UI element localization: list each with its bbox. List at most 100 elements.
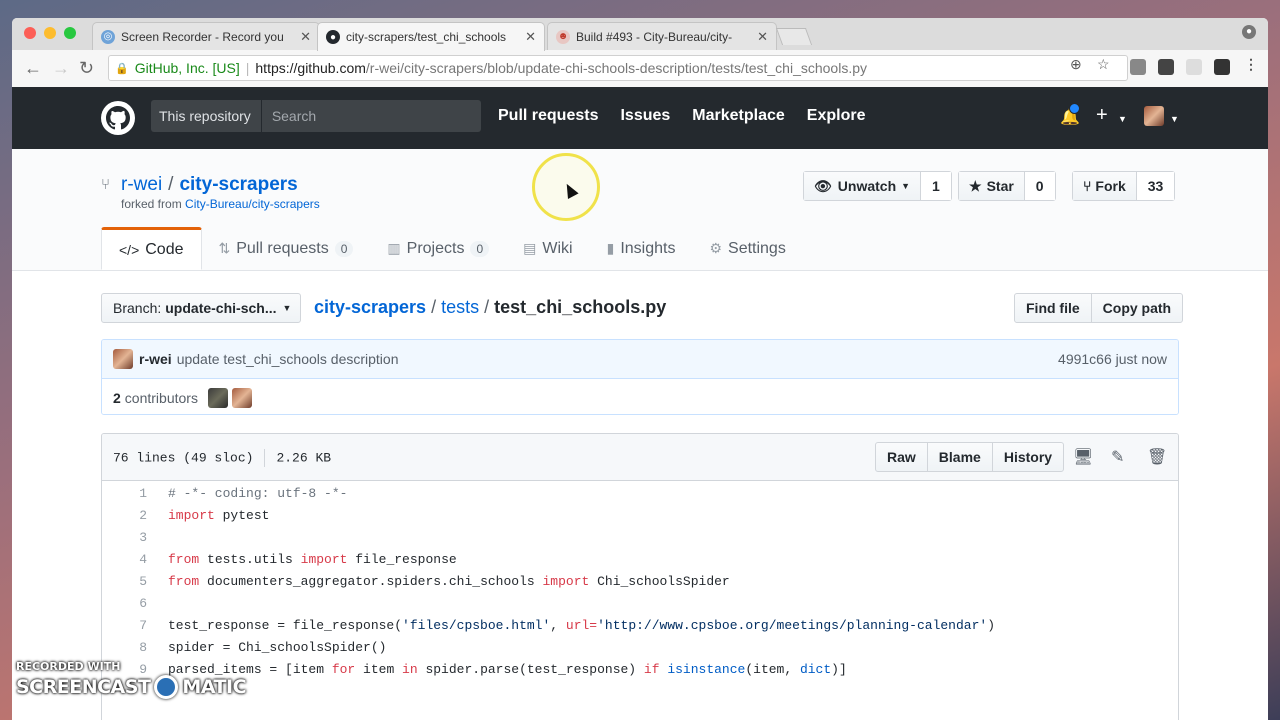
avatar[interactable]	[231, 388, 252, 408]
line-number[interactable]: 1	[102, 486, 168, 501]
back-arrow-icon[interactable]: ←	[24, 58, 42, 78]
watermark-top: RECORDED WITH	[16, 660, 121, 673]
fork-count[interactable]: 33	[1136, 172, 1175, 200]
nav-pull-requests[interactable]: Pull requests	[498, 107, 598, 125]
extension-icon[interactable]	[1158, 59, 1174, 75]
tab-strip: ◎ Screen Recorder - Record you ✕ ● city-…	[12, 18, 1268, 51]
fork-button[interactable]: ⑂ Fork	[1073, 172, 1137, 200]
tab-projects[interactable]: ▥ Projects 0	[370, 227, 506, 270]
zoom-window-button[interactable]	[64, 27, 76, 39]
browser-tab-travis[interactable]: ☻ Build #493 - City-Bureau/city- ✕	[547, 22, 777, 50]
github-icon: ●	[326, 30, 340, 44]
nav-explore[interactable]: Explore	[807, 107, 866, 125]
notification-bell-icon[interactable]: 🔔	[1060, 103, 1080, 127]
minimize-window-button[interactable]	[44, 27, 56, 39]
close-icon[interactable]: ✕	[757, 29, 768, 45]
star-count[interactable]: 0	[1024, 172, 1055, 200]
find-file-button[interactable]: Find file	[1015, 294, 1092, 322]
code-icon: </>	[119, 241, 140, 258]
extension-icon[interactable]	[1130, 59, 1146, 75]
tab-label: Settings	[728, 239, 786, 257]
url-separator: |	[245, 60, 250, 76]
pencil-icon[interactable]: ✎	[1111, 447, 1124, 466]
breadcrumb-repo-link[interactable]: city-scrapers	[314, 297, 426, 317]
lock-icon: 🔒	[115, 62, 129, 75]
tab-code[interactable]: </> Code	[101, 227, 202, 270]
repo-name-link[interactable]: city-scrapers	[179, 174, 297, 195]
forward-arrow-icon[interactable]: →	[52, 58, 70, 78]
chevron-down-icon: ▼	[1118, 114, 1127, 124]
browser-tab-screen-recorder[interactable]: ◎ Screen Recorder - Record you ✕	[92, 22, 320, 50]
screencast-logo-icon	[154, 675, 179, 699]
commit-message[interactable]: update test_chi_schools description	[177, 351, 399, 367]
github-logo-icon[interactable]	[101, 101, 135, 135]
line-number[interactable]: 3	[102, 530, 168, 545]
code-string: 'http://www.cpsboe.org/meetings/planning…	[597, 617, 988, 633]
tab-label: Wiki	[542, 239, 573, 257]
avatar[interactable]	[113, 349, 133, 369]
forked-from-link[interactable]: City-Bureau/city-scrapers	[185, 197, 320, 211]
history-button[interactable]: History	[993, 443, 1063, 471]
line-number[interactable]: 6	[102, 596, 168, 611]
line-number[interactable]: 8	[102, 640, 168, 655]
raw-button[interactable]: Raw	[876, 443, 928, 471]
avatar[interactable]	[1144, 106, 1164, 126]
tab-settings[interactable]: ⚙ Settings	[692, 227, 802, 270]
close-icon[interactable]: ✕	[300, 29, 311, 45]
contributors-label[interactable]: contributors	[125, 390, 198, 406]
menu-kebab-icon[interactable]: ⋮	[1244, 56, 1258, 73]
code-text: Chi_schoolsSpider	[589, 573, 730, 589]
code-text: )	[987, 617, 995, 633]
avatar[interactable]	[207, 388, 228, 408]
branch-select-button[interactable]: Branch: update-chi-sch... ▼	[101, 293, 301, 323]
commit-sha-time[interactable]: 4991c66 just now	[1058, 351, 1167, 367]
close-window-button[interactable]	[24, 27, 36, 39]
commit-author[interactable]: r-wei	[139, 351, 172, 367]
breadcrumb-dir-link[interactable]: tests	[441, 297, 479, 317]
plus-icon[interactable]: +	[1096, 104, 1108, 127]
desktop-icon[interactable]: 🖥	[1073, 447, 1093, 466]
profile-icon[interactable]: ●	[1242, 25, 1256, 39]
address-bar[interactable]: 🔒 GitHub, Inc. [US] | https://github.com…	[108, 55, 1128, 81]
screen-recorder-icon: ◎	[101, 29, 115, 44]
tab-insights[interactable]: ▮ Insights	[590, 227, 693, 270]
line-number[interactable]: 4	[102, 552, 168, 567]
trash-icon[interactable]: 🗑	[1147, 447, 1167, 466]
file-info: 76 lines (49 sloc) 2.26 KB	[113, 449, 331, 467]
reload-icon[interactable]: ↻	[79, 58, 94, 78]
zoom-icon[interactable]: ⊕	[1070, 56, 1082, 73]
line-number[interactable]: 2	[102, 508, 168, 523]
tab-pull-requests[interactable]: ⇅ Pull requests 0	[202, 227, 371, 270]
line-number[interactable]: 5	[102, 574, 168, 589]
code-text: tests.utils	[199, 551, 301, 567]
browser-tab-github[interactable]: ● city-scrapers/test_chi_schools ✕	[317, 22, 545, 51]
extension-icon[interactable]	[1214, 59, 1230, 75]
repo-title: r-wei / city-scrapers	[121, 174, 298, 196]
line-number[interactable]: 7	[102, 618, 168, 633]
nav-marketplace[interactable]: Marketplace	[692, 107, 785, 125]
breadcrumb-file: test_chi_schools.py	[494, 297, 667, 317]
code-text: documenters_aggregator.spiders.chi_schoo…	[199, 573, 543, 589]
unwatch-button[interactable]: 👁 Unwatch ▼	[804, 172, 922, 200]
extension-icon[interactable]	[1186, 59, 1202, 75]
new-tab-button[interactable]	[775, 28, 813, 45]
close-icon[interactable]: ✕	[525, 29, 536, 45]
tab-wiki[interactable]: ▤ Wiki	[506, 227, 589, 270]
search-input[interactable]	[269, 107, 474, 125]
graph-icon: ▮	[606, 240, 615, 256]
star-bookmark-icon[interactable]: ☆	[1097, 56, 1110, 73]
repo-owner-link[interactable]: r-wei	[121, 174, 162, 195]
pull-request-icon: ⇅	[218, 240, 231, 256]
watch-count[interactable]: 1	[921, 172, 951, 200]
copy-path-button[interactable]: Copy path	[1092, 294, 1182, 322]
tab-label: Projects	[406, 239, 465, 257]
file-size: 2.26 KB	[276, 450, 332, 466]
code-line: 4 from tests.utils import file_response	[102, 548, 1178, 570]
nav-issues[interactable]: Issues	[620, 107, 670, 125]
code-keyword: from	[168, 573, 200, 589]
star-button[interactable]: ★ Star	[959, 172, 1025, 200]
breadcrumb: city-scrapers / tests / test_chi_schools…	[314, 297, 666, 318]
unwatch-label: Unwatch	[837, 178, 897, 194]
code-text: spider.parse(test_response)	[417, 661, 644, 677]
blame-button[interactable]: Blame	[928, 443, 993, 471]
